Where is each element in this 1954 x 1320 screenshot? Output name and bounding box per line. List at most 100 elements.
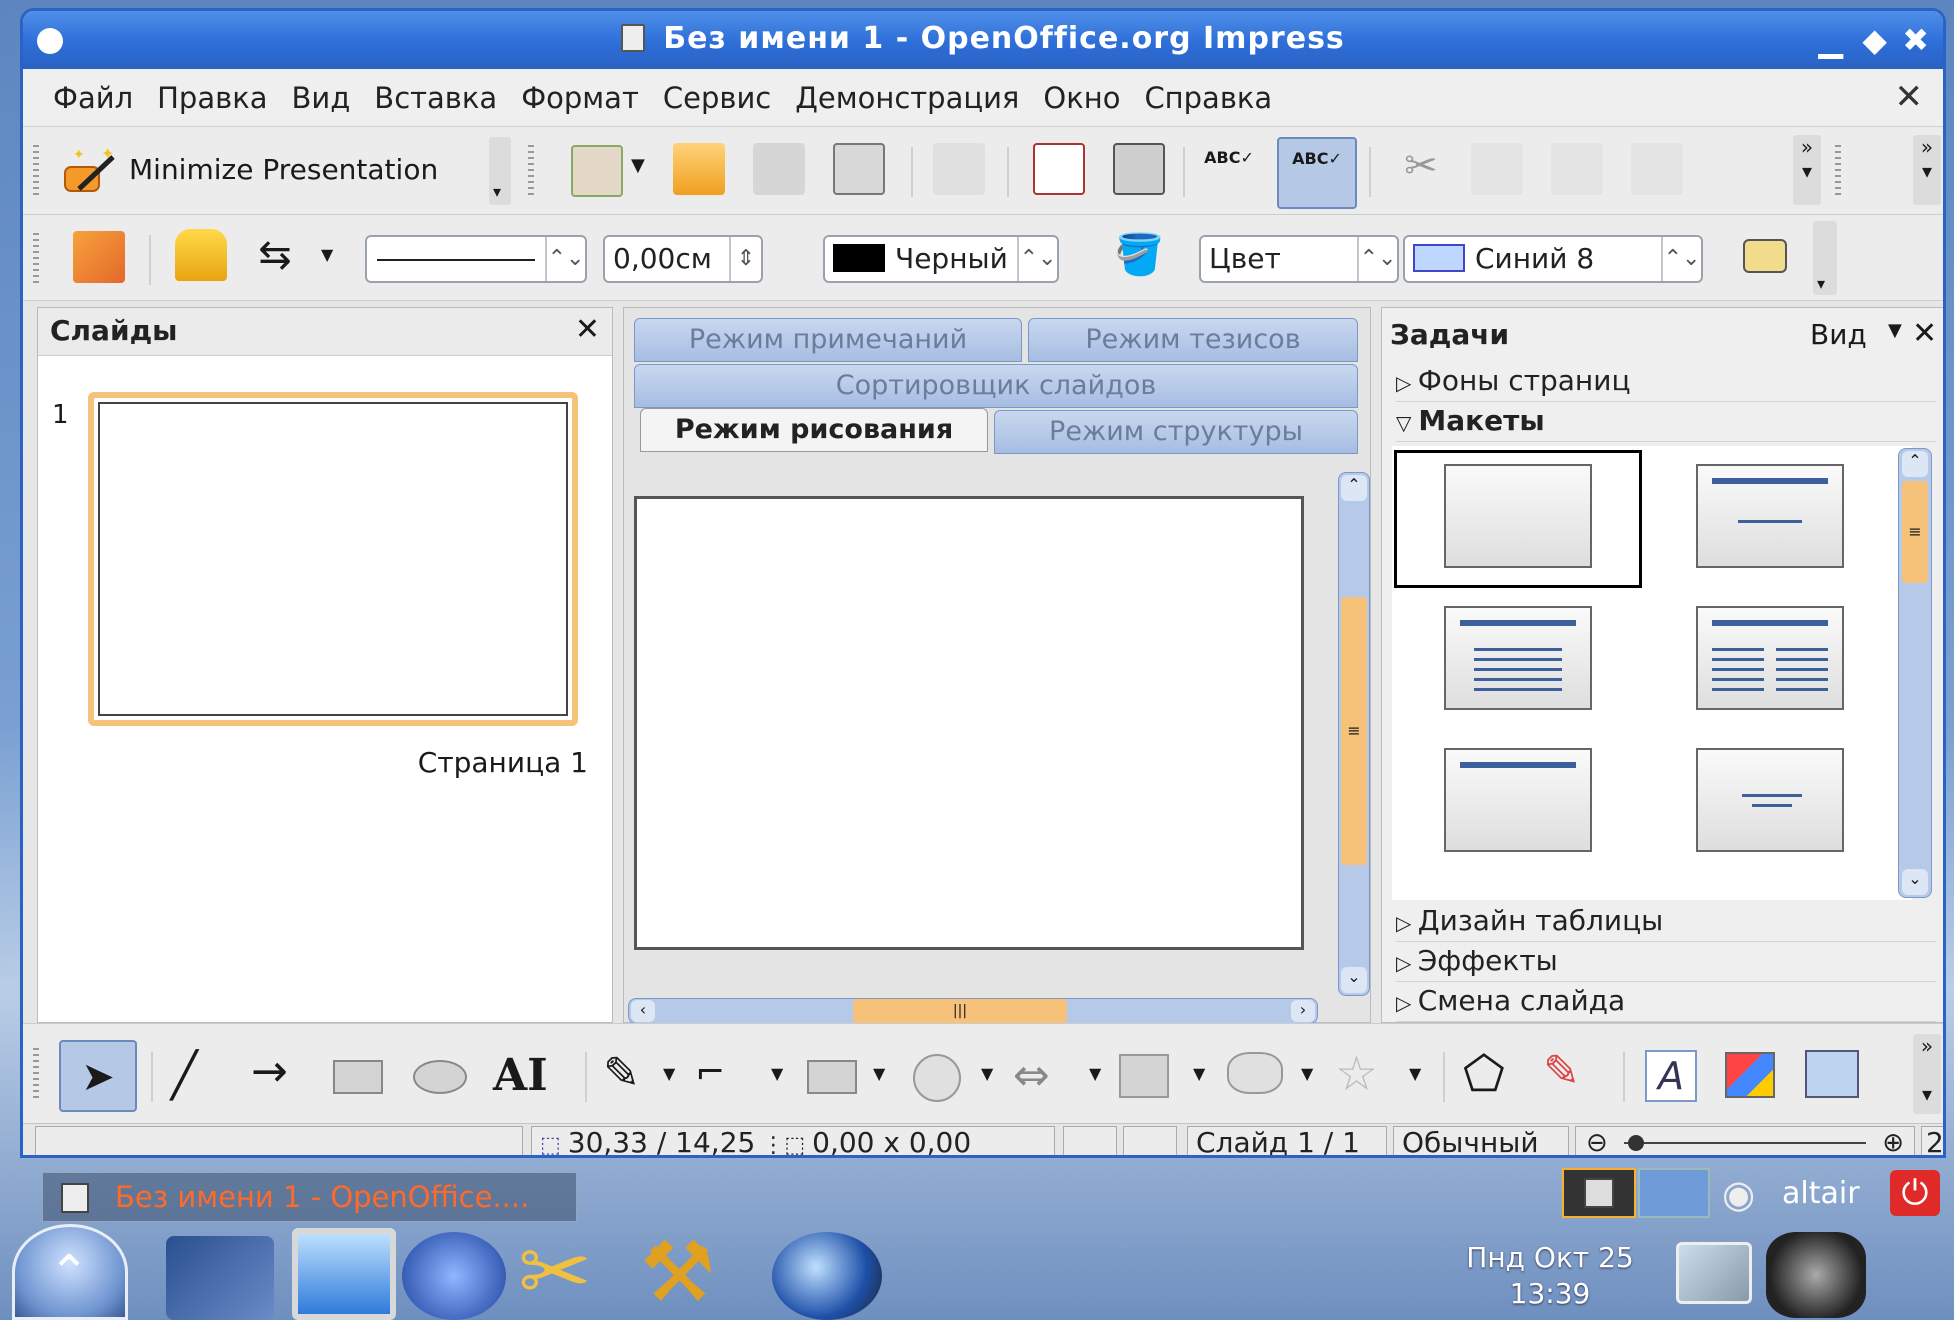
menu-view[interactable]: Вид (292, 81, 351, 115)
status-document-modified[interactable] (1123, 1126, 1177, 1155)
section-layouts[interactable]: ▽ Макеты (1396, 404, 1936, 442)
browser-icon[interactable] (772, 1232, 882, 1320)
section-slide-transition[interactable]: ▷ Смена слайда (1396, 984, 1936, 1022)
toolbar-grip[interactable] (33, 1048, 39, 1098)
open-folder-icon[interactable] (673, 143, 725, 195)
scroll-down-icon[interactable]: ⌄ (1341, 967, 1367, 993)
rectangle-tool-icon[interactable] (333, 1060, 383, 1094)
spellcheck-icon[interactable]: ABC✓ (1203, 143, 1255, 195)
curve-tool-icon[interactable]: ✎ (603, 1048, 640, 1099)
network-tools-icon[interactable] (166, 1236, 274, 1320)
line-width-stepper-icon[interactable]: ⇕ (729, 237, 761, 281)
export-pdf-icon[interactable] (1033, 143, 1085, 195)
layout-centered-text[interactable] (1696, 748, 1844, 852)
toolbar-overflow-arrow[interactable]: ▾ (489, 137, 511, 205)
line-width-field[interactable]: 0,00см ⇕ (603, 235, 763, 283)
line-style-icon[interactable] (175, 229, 227, 281)
area-fill-spin-icon[interactable]: ⌃⌄ (1661, 237, 1701, 281)
h-scroll-thumb[interactable]: ||| (853, 999, 1067, 1023)
toolbar-overflow-arrow[interactable]: » ▾ (1793, 135, 1821, 205)
vertical-scrollbar[interactable]: ⌃ ≡ ⌄ (1338, 472, 1370, 996)
extrusion-icon[interactable] (1805, 1050, 1859, 1098)
toolbar-overflow-arrow[interactable]: ▾ (1813, 221, 1837, 295)
start-menu-button[interactable]: ⌃ (12, 1224, 128, 1320)
tab-drawing[interactable]: Режим рисования (640, 408, 988, 452)
area-fill-select[interactable]: Синий 8 ⌃⌄ (1403, 235, 1703, 283)
status-zoom-percent[interactable]: 2 (1921, 1126, 1943, 1155)
flowchart-dropdown-icon[interactable]: ▼ (1193, 1064, 1205, 1083)
connector-tool-icon[interactable]: ⌐ (695, 1052, 725, 1093)
layout-title-slide[interactable] (1444, 748, 1592, 852)
power-icon[interactable]: ⏻ (1890, 1170, 1940, 1216)
points-edit-icon[interactable]: ⬠ (1463, 1046, 1505, 1102)
flowchart-icon[interactable] (1119, 1054, 1169, 1098)
print-icon[interactable] (1113, 143, 1165, 195)
glue-points-icon[interactable]: ✎ (1543, 1046, 1580, 1097)
status-insert-mode[interactable] (1063, 1126, 1117, 1155)
menu-file[interactable]: Файл (53, 81, 133, 115)
workspace-switcher-1[interactable] (1562, 1168, 1636, 1218)
horizontal-scrollbar[interactable]: ‹ ||| › (628, 998, 1318, 1024)
insert-image-icon[interactable] (1725, 1052, 1775, 1098)
zoom-in-icon[interactable]: ⊕ (1882, 1127, 1904, 1155)
zoom-slider[interactable]: ⊖ ⊕ (1575, 1126, 1915, 1155)
tab-handout[interactable]: Режим тезисов (1028, 318, 1358, 362)
title-bar[interactable]: Без имени 1 - OpenOffice.org Impress ▁ ◆… (23, 11, 1943, 69)
menu-help[interactable]: Справка (1144, 81, 1272, 115)
autospellcheck-icon[interactable]: ABC✓ (1277, 137, 1357, 209)
scroll-right-icon[interactable]: › (1291, 1000, 1315, 1022)
tab-outline[interactable]: Режим структуры (994, 410, 1358, 454)
hammer-icon[interactable]: ⚒ (640, 1224, 748, 1320)
globe-settings-icon[interactable] (402, 1232, 506, 1320)
zoom-out-icon[interactable]: ⊖ (1586, 1127, 1608, 1155)
line-style-select[interactable]: ⌃⌄ (365, 235, 587, 283)
tab-slide-sorter[interactable]: Сортировщик слайдов (634, 364, 1358, 408)
stars-dropdown-icon[interactable]: ▼ (1409, 1064, 1421, 1083)
edit-file-icon[interactable] (933, 143, 985, 195)
taskbar-app-button[interactable]: Без имени 1 - OpenOffice.... (42, 1172, 577, 1222)
line-style-spin-icon[interactable]: ⌃⌄ (545, 237, 585, 281)
select-mode-icon[interactable] (73, 231, 125, 283)
close-pane-icon[interactable]: ✕ (575, 312, 600, 347)
slide-thumbnail[interactable] (88, 392, 578, 726)
ellipse-tool-icon[interactable] (413, 1060, 467, 1094)
system-tray-icon[interactable] (1766, 1232, 1866, 1318)
workspace-switcher-2[interactable] (1638, 1168, 1710, 1218)
tools-icon[interactable]: ✂ (518, 1224, 626, 1320)
new-document-icon[interactable] (571, 145, 623, 197)
line-tool-icon[interactable]: ╱ (171, 1050, 198, 1101)
layout-title-only[interactable] (1696, 464, 1844, 568)
text-tool-icon[interactable]: AI (493, 1050, 548, 1101)
area-style-spin-icon[interactable]: ⌃⌄ (1357, 237, 1397, 281)
stars-icon[interactable]: ☆ (1335, 1046, 1378, 1102)
line-arrow-tool-icon[interactable]: → (251, 1046, 288, 1097)
zoom-slider-knob[interactable] (1628, 1135, 1644, 1151)
arrow-style-dropdown-icon[interactable]: ▼ (321, 245, 333, 264)
close-window-icon[interactable]: ✖ (1902, 21, 1929, 59)
menu-edit[interactable]: Правка (157, 81, 267, 115)
menu-tools[interactable]: Сервис (663, 81, 771, 115)
connector-dropdown-icon[interactable]: ▼ (771, 1064, 783, 1083)
format-paintbrush-icon[interactable] (1631, 143, 1683, 195)
basic-shapes-dropdown-icon[interactable]: ▼ (873, 1064, 885, 1083)
line-color-select[interactable]: Черный ⌃⌄ (823, 235, 1059, 283)
basic-shapes-icon[interactable] (807, 1060, 857, 1094)
menu-insert[interactable]: Вставка (374, 81, 497, 115)
tab-notes[interactable]: Режим примечаний (634, 318, 1022, 362)
copy-icon[interactable] (1471, 143, 1523, 195)
new-dropdown-arrow-icon[interactable]: ▼ (631, 155, 645, 176)
view-menu-arrow-icon[interactable]: ▼ (1888, 320, 1902, 341)
close-tasks-icon[interactable]: ✕ (1912, 316, 1937, 351)
user-status-icon[interactable]: ◉ (1722, 1172, 1755, 1216)
toolbar-grip[interactable] (1835, 145, 1841, 195)
layout-title-two-content[interactable] (1696, 606, 1844, 710)
slide-canvas[interactable] (634, 496, 1304, 950)
callout-dropdown-icon[interactable]: ▼ (1301, 1064, 1313, 1083)
monitor-icon[interactable] (292, 1228, 396, 1320)
menu-format[interactable]: Формат (521, 81, 639, 115)
fontwork-icon[interactable]: A (1645, 1050, 1697, 1102)
select-arrow-icon[interactable]: ➤ (59, 1040, 137, 1112)
email-icon[interactable] (833, 143, 885, 195)
symbol-shapes-dropdown-icon[interactable]: ▼ (981, 1064, 993, 1083)
callout-icon[interactable] (1227, 1052, 1283, 1094)
